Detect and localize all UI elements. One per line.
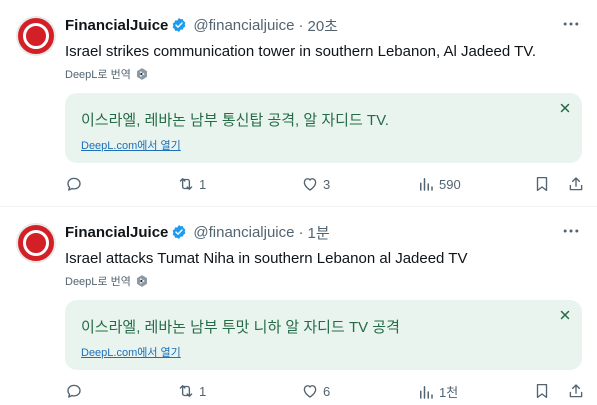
bookmark-button[interactable] <box>533 382 551 400</box>
tweet[interactable]: FinancialJuice @financialjuice · 1분 Isra… <box>0 207 597 405</box>
open-in-deepl-link[interactable]: DeepL.com에서 열기 <box>81 344 181 360</box>
translation-box: 이스라엘, 레바논 남부 통신탑 공격, 알 자디드 TV. DeepL.com… <box>65 93 582 163</box>
separator-dot: · <box>298 16 304 34</box>
like-button[interactable]: 6 <box>301 382 330 400</box>
reply-button[interactable] <box>65 382 87 400</box>
share-icon <box>569 177 583 191</box>
translation-text: 이스라엘, 레바논 남부 통신탑 공격, 알 자디드 TV. <box>81 112 389 129</box>
verified-badge-icon <box>173 225 186 239</box>
close-icon[interactable] <box>558 101 572 115</box>
views-button[interactable]: 1천 <box>417 382 458 401</box>
separator-dot: · <box>298 223 304 241</box>
share-icon <box>569 384 583 398</box>
retweet-icon <box>179 385 193 397</box>
deepl-label: DeepL로 번역 <box>65 69 131 81</box>
tweet-feed: FinancialJuice @financialjuice · 20초 Isr… <box>0 0 597 405</box>
views-chart-icon <box>420 178 433 191</box>
open-in-deepl-link[interactable]: DeepL.com에서 열기 <box>81 137 181 153</box>
view-count: 1천 <box>439 385 459 400</box>
deepl-translate-button[interactable]: DeepL로 번역 <box>65 273 149 289</box>
heart-icon <box>303 178 317 191</box>
heart-icon <box>303 385 317 398</box>
author-name[interactable]: FinancialJuice <box>65 224 168 241</box>
timestamp[interactable]: 1분 <box>308 222 330 243</box>
deepl-translate-button[interactable]: DeepL로 번역 <box>65 66 149 82</box>
translation-box: 이스라엘, 레바논 남부 투맛 니하 알 자디드 TV 공격 DeepL.com… <box>65 300 582 370</box>
tweet[interactable]: FinancialJuice @financialjuice · 20초 Isr… <box>0 0 597 207</box>
deepl-icon <box>136 68 147 80</box>
close-icon[interactable] <box>558 308 572 322</box>
verified-badge-icon <box>173 18 186 32</box>
bookmark-button[interactable] <box>533 175 551 193</box>
deepl-label: DeepL로 번역 <box>65 276 131 288</box>
timestamp[interactable]: 20초 <box>308 15 339 36</box>
author-handle[interactable]: @financialjuice <box>193 17 294 34</box>
avatar[interactable] <box>16 223 56 263</box>
bookmark-icon <box>536 176 548 192</box>
tweet-text: Israel attacks Tumat Niha in southern Le… <box>65 250 468 267</box>
reply-button[interactable] <box>65 175 87 193</box>
retweet-button[interactable]: 1 <box>177 175 206 193</box>
retweet-count: 1 <box>199 383 207 399</box>
tweet-header: FinancialJuice @financialjuice · 20초 <box>65 14 581 36</box>
like-count: 6 <box>323 383 331 399</box>
author-name[interactable]: FinancialJuice <box>65 17 168 34</box>
tweet-text: Israel strikes communication tower in so… <box>65 43 537 60</box>
tweet-header: FinancialJuice @financialjuice · 1분 <box>65 221 581 243</box>
tweet-actions: 1 3 590 <box>65 175 587 195</box>
like-count: 3 <box>323 176 331 192</box>
tweet-actions: 1 6 1천 <box>65 382 587 402</box>
retweet-count: 1 <box>199 176 207 192</box>
more-options-icon[interactable] <box>561 14 581 34</box>
view-count: 590 <box>439 176 461 192</box>
share-button[interactable] <box>567 175 585 193</box>
reply-icon <box>67 384 81 398</box>
share-button[interactable] <box>567 382 585 400</box>
bookmark-icon <box>536 383 548 399</box>
avatar[interactable] <box>16 16 56 56</box>
deepl-icon <box>136 275 147 287</box>
retweet-button[interactable]: 1 <box>177 382 206 400</box>
author-handle[interactable]: @financialjuice <box>193 224 294 241</box>
like-button[interactable]: 3 <box>301 175 330 193</box>
views-button[interactable]: 590 <box>417 175 461 193</box>
retweet-icon <box>179 178 193 190</box>
more-options-icon[interactable] <box>561 221 581 241</box>
translation-text: 이스라엘, 레바논 남부 투맛 니하 알 자디드 TV 공격 <box>81 319 400 336</box>
reply-icon <box>67 177 81 191</box>
views-chart-icon <box>420 385 433 399</box>
